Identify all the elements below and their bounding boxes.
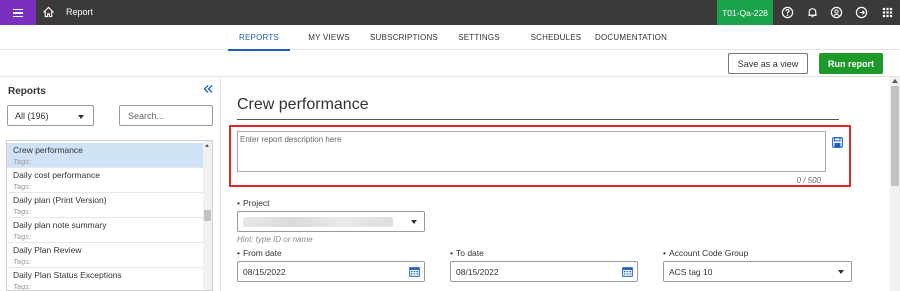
report-filter-value: All (196)	[15, 111, 49, 121]
main-scrollbar[interactable]	[890, 77, 900, 291]
app-title: Report	[66, 7, 94, 17]
page-title: Crew performance	[237, 96, 369, 113]
tab-documentation[interactable]: DOCUMENTATION	[595, 25, 667, 50]
required-marker: •	[237, 248, 240, 258]
chevron-down-icon	[838, 270, 844, 274]
list-item[interactable]: Crew performance Tags:	[7, 143, 203, 168]
run-report-button[interactable]: Run report	[819, 53, 883, 74]
to-date-label-text: To date	[455, 248, 484, 258]
list-item[interactable]: Daily plan note summary Tags:	[7, 218, 203, 243]
home-icon[interactable]	[43, 6, 54, 18]
list-item[interactable]: Daily cost performance Tags:	[7, 168, 203, 193]
calendar-icon[interactable]	[622, 266, 633, 277]
report-tags: Tags:	[13, 282, 32, 291]
tab-subscriptions[interactable]: SUBSCRIPTIONS	[370, 25, 438, 50]
tab-my-views[interactable]: MY VIEWS	[303, 25, 355, 50]
tab-schedules[interactable]: SCHEDULES	[528, 25, 584, 50]
account-code-group-label: • Account Code Group	[663, 248, 748, 258]
scroll-up-icon[interactable]	[205, 144, 209, 147]
list-item[interactable]: Daily Plan Review Tags:	[7, 243, 203, 268]
to-date-input[interactable]: 08/15/2022	[450, 261, 638, 282]
list-scrollbar[interactable]	[203, 141, 212, 290]
chevron-down-icon	[78, 115, 84, 119]
environment-badge[interactable]: T01-Qa-228	[717, 0, 773, 25]
calendar-icon[interactable]	[409, 266, 420, 277]
title-underline	[237, 119, 839, 120]
project-label-text: Project	[242, 198, 270, 208]
character-counter: 0 / 500	[796, 176, 821, 185]
scrollbar-thumb[interactable]	[891, 86, 899, 186]
menu-button[interactable]	[0, 0, 36, 25]
report-name: Daily Plan Review	[13, 245, 82, 255]
report-name: Crew performance	[13, 145, 83, 155]
project-label: • Project	[237, 198, 269, 208]
reports-sidebar: Reports All (196) Crew performance Tags:…	[0, 77, 221, 291]
report-tags: Tags:	[13, 157, 32, 166]
apps-icon[interactable]	[881, 6, 894, 19]
scroll-up-icon[interactable]	[892, 79, 898, 83]
from-date-label: • From date	[237, 248, 282, 258]
report-filter-select[interactable]: All (196)	[7, 105, 94, 126]
report-name: Daily plan note summary	[13, 220, 107, 230]
from-date-label-text: From date	[242, 248, 282, 258]
menu-icon	[13, 8, 23, 17]
account-code-group-value: ACS tag 10	[669, 267, 713, 277]
tab-reports[interactable]: REPORTS	[228, 25, 290, 51]
report-name: Daily plan (Print Version)	[13, 195, 107, 205]
redacted-project-value	[243, 217, 393, 227]
list-item[interactable]: Daily Plan Status Exceptions Tags:	[7, 268, 203, 291]
from-date-input[interactable]: 08/15/2022	[237, 261, 425, 282]
project-select[interactable]	[237, 211, 425, 232]
save-description-icon[interactable]	[832, 137, 843, 148]
to-date-value: 08/15/2022	[456, 267, 499, 277]
list-item[interactable]: Daily plan (Print Version) Tags:	[7, 193, 203, 218]
report-name: Daily Plan Status Exceptions	[13, 270, 122, 280]
report-description-input[interactable]	[237, 131, 826, 172]
user-icon[interactable]	[830, 6, 843, 19]
required-marker: •	[237, 198, 240, 208]
bell-icon[interactable]	[806, 6, 819, 19]
required-marker: •	[450, 248, 453, 258]
account-code-group-select[interactable]: ACS tag 10	[663, 261, 852, 282]
report-tags: Tags:	[13, 207, 32, 216]
tab-settings[interactable]: SETTINGS	[455, 25, 503, 50]
to-date-label: • To date	[450, 248, 484, 258]
collapse-sidebar-icon[interactable]	[203, 84, 213, 94]
chevron-down-icon	[411, 220, 417, 224]
report-search-input[interactable]	[119, 105, 213, 126]
report-tags: Tags:	[13, 182, 32, 191]
save-as-view-button[interactable]: Save as a view	[728, 53, 808, 74]
required-marker: •	[663, 248, 666, 258]
report-list: Crew performance Tags: Daily cost perfor…	[6, 140, 213, 291]
scrollbar-thumb[interactable]	[204, 210, 211, 221]
top-bar: Report T01-Qa-228	[0, 0, 900, 25]
sidebar-title: Reports	[8, 86, 46, 97]
project-hint: Hint: type ID or name	[237, 235, 313, 244]
logout-icon[interactable]	[855, 6, 868, 19]
report-tags: Tags:	[13, 232, 32, 241]
account-code-group-label-text: Account Code Group	[668, 248, 749, 258]
report-name: Daily cost performance	[13, 170, 100, 180]
from-date-value: 08/15/2022	[243, 267, 286, 277]
help-icon[interactable]	[781, 6, 794, 19]
report-tags: Tags:	[13, 257, 32, 266]
main-tabs: REPORTS MY VIEWS SUBSCRIPTIONS SETTINGS …	[0, 25, 900, 51]
